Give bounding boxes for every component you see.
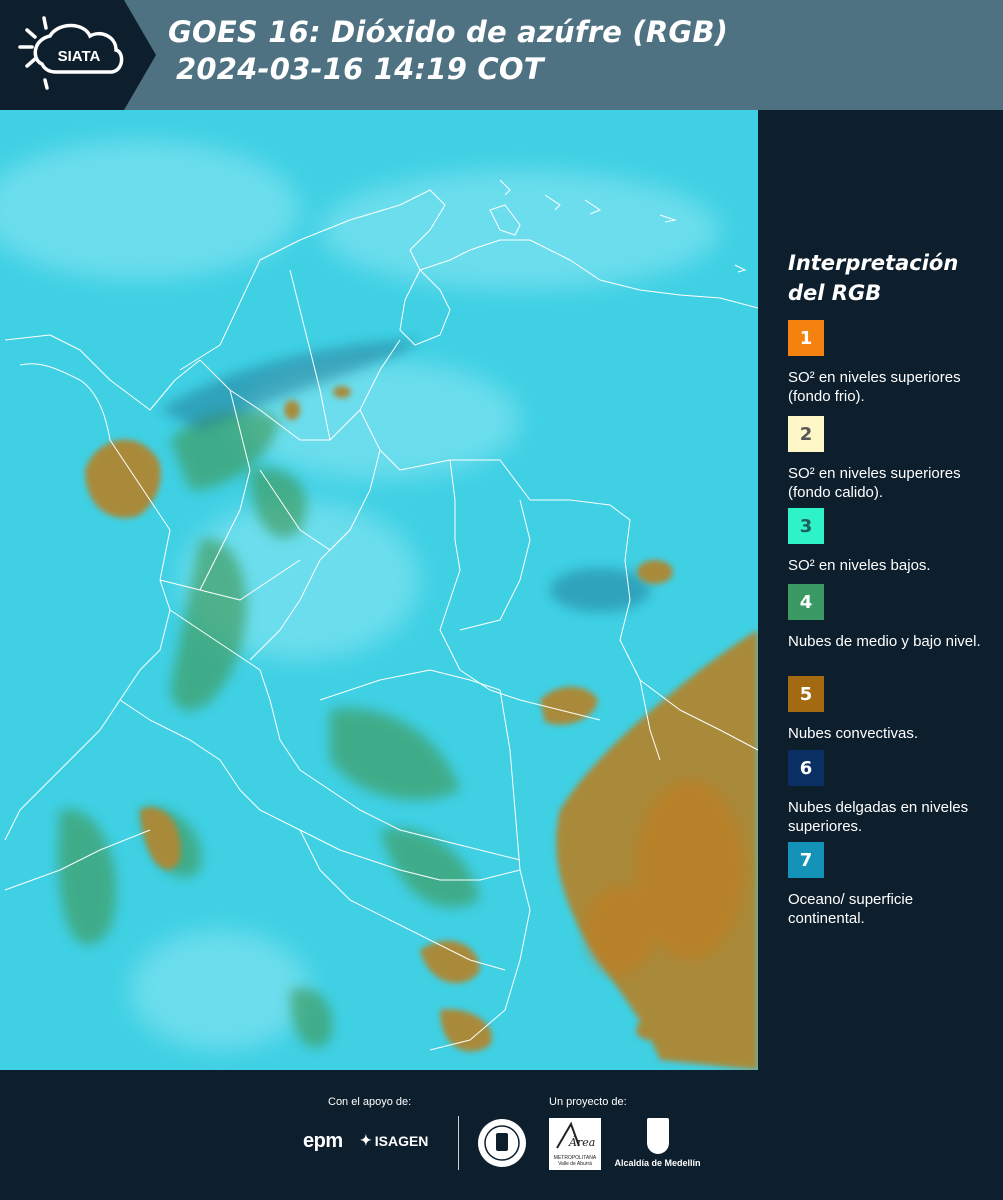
legend-item: 6 Nubes delgadas en niveles superiores.: [788, 750, 988, 836]
isagen-text: ISAGEN: [374, 1132, 429, 1149]
title-line-1: GOES 16: Dióxido de azúfre (RGB): [168, 15, 729, 49]
legend-title-line-1: Interpretación: [788, 251, 959, 275]
area-metropolitana-logo: Área METROPOLITANA Valle de Aburrá: [549, 1118, 601, 1170]
svg-text:Área: Área: [568, 1135, 595, 1149]
legend-swatch: 1: [788, 320, 824, 356]
legend-swatch: 2: [788, 416, 824, 452]
legend-swatch: 5: [788, 676, 824, 712]
legend-swatch: 3: [788, 508, 824, 544]
shield-icon: [646, 1118, 669, 1154]
footer: Con el apoyo de: Un proyecto de: epm ✦ I…: [0, 1070, 1003, 1200]
legend-swatch: 6: [788, 750, 824, 786]
siata-logo-icon: SIATA: [0, 0, 156, 110]
alcaldia-medellin-text: Alcaldía de Medellín: [614, 1158, 701, 1168]
legend-item: 5 Nubes convectivas.: [788, 676, 988, 743]
legend-item: 2 SO² en niveles superiores (fondo calido…: [788, 416, 988, 502]
epm-logo: epm: [303, 1130, 343, 1152]
alcaldia-medellin-logo: Alcaldía de Medellín: [610, 1118, 705, 1168]
legend-label: SO² en niveles superiores (fondo calido)…: [788, 465, 961, 501]
header-bar: SIATA GOES 16: Dióxido de azúfre (RGB) 2…: [0, 0, 1003, 110]
medellin-seal-icon: [478, 1119, 526, 1167]
legend-title-line-2: del RGB: [788, 281, 882, 305]
siata-logo: SIATA: [0, 0, 156, 110]
title-line-2: 2024-03-16 14:19 COT: [176, 52, 544, 86]
legend-title: Interpretación del RGB: [788, 248, 958, 308]
rgb-satellite-image: [0, 110, 758, 1070]
legend-label: Nubes de medio y bajo nivel.: [788, 633, 981, 650]
legend-item: 1 SO² en niveles superiores (fondo frio).: [788, 320, 988, 406]
satellite-map: [0, 110, 758, 1070]
legend-label: Nubes convectivas.: [788, 725, 919, 742]
legend-panel: Interpretación del RGB 1 SO² en niveles s…: [758, 110, 1003, 1070]
footer-divider: [458, 1116, 459, 1170]
area-metropolitana-icon: Área: [556, 1121, 595, 1149]
isagen-logo: ✦ ISAGEN: [360, 1132, 428, 1149]
isagen-icon: ✦: [360, 1132, 372, 1148]
svg-text:SIATA: SIATA: [58, 48, 101, 65]
area-metropolitana-subtitle: METROPOLITANA Valle de Aburrá: [553, 1155, 597, 1167]
legend-swatch: 4: [788, 584, 824, 620]
legend-label: Oceano/ superficie continental.: [788, 891, 914, 927]
legend-label: SO² en niveles superiores (fondo frio).: [788, 369, 961, 405]
legend-item: 7 Oceano/ superficie continental.: [788, 842, 988, 928]
page-title: GOES 16: Dióxido de azúfre (RGB) 2024-03…: [168, 14, 728, 88]
legend-item: 4 Nubes de medio y bajo nivel.: [788, 584, 988, 651]
support-label: Con el apoyo de:: [328, 1096, 412, 1108]
legend-item: 3 SO² en niveles bajos.: [788, 508, 988, 575]
legend-label: SO² en niveles bajos.: [788, 557, 931, 574]
project-label: Un proyecto de:: [549, 1096, 627, 1108]
legend-swatch: 7: [788, 842, 824, 878]
legend-label: Nubes delgadas en niveles superiores.: [788, 799, 969, 835]
